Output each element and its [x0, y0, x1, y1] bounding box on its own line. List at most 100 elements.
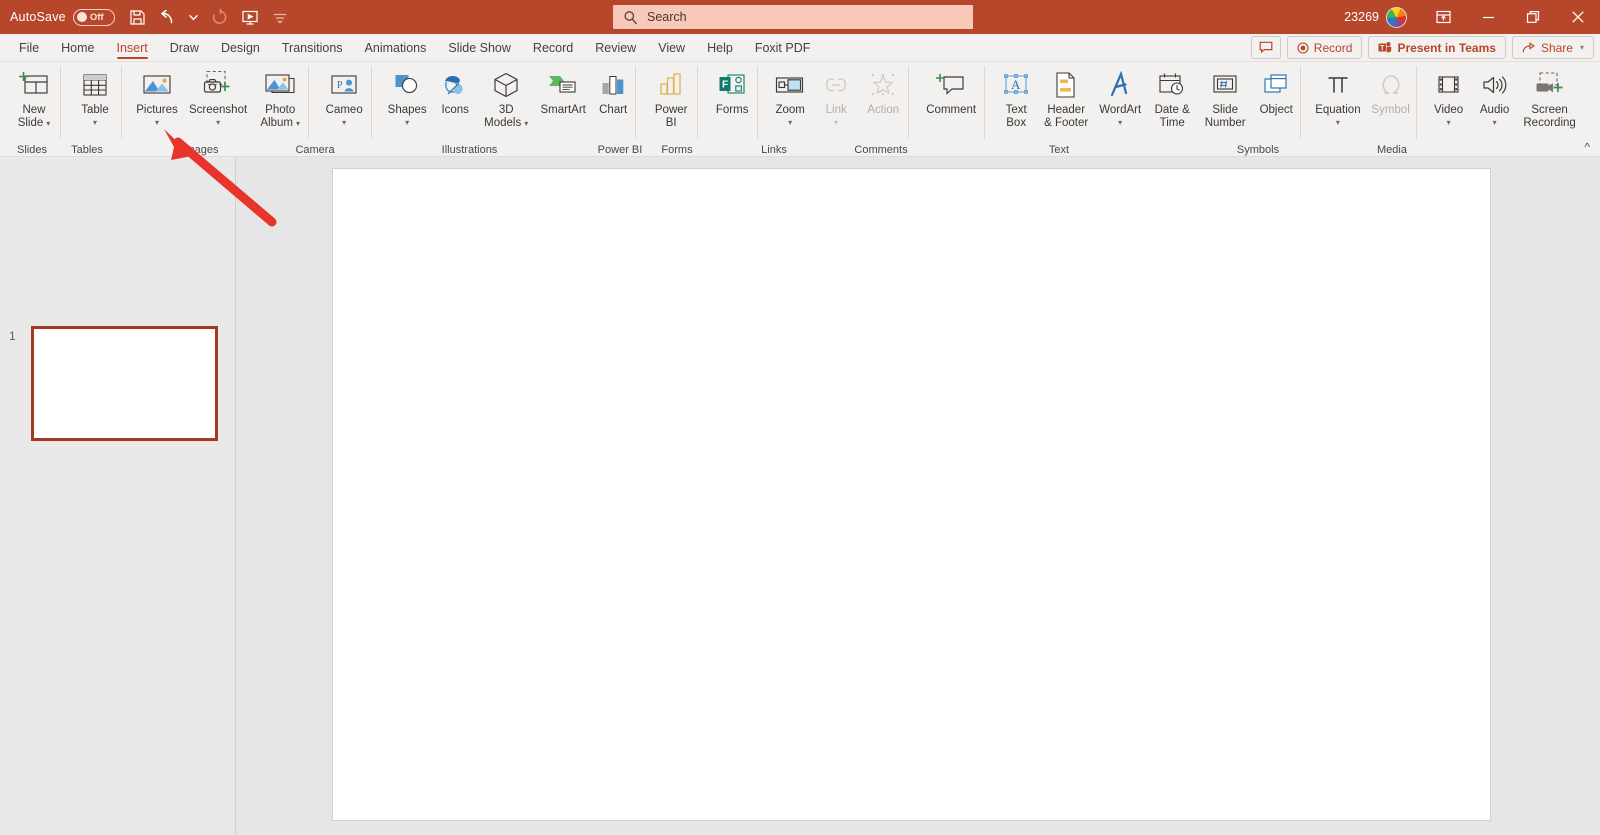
- autosave-state: Off: [90, 12, 104, 23]
- screen-recording-button[interactable]: Screen Recording: [1518, 65, 1582, 130]
- zoom-label: Zoom: [775, 104, 804, 117]
- autosave-knob: [77, 12, 87, 22]
- chevron-down-icon[interactable]: ▾: [1447, 118, 1451, 127]
- wordart-label: WordArt: [1099, 104, 1141, 117]
- forms-label: Forms: [716, 104, 749, 117]
- wordart-button[interactable]: WordArt ▾: [1094, 65, 1146, 127]
- undo-dropdown-chevron-icon[interactable]: [183, 2, 205, 32]
- photo-album-button[interactable]: Photo Album▾: [252, 65, 308, 130]
- avatar[interactable]: [1386, 7, 1407, 28]
- video-button[interactable]: Video ▾: [1426, 65, 1472, 127]
- collapse-ribbon-button[interactable]: ^: [1584, 140, 1590, 154]
- undo-button[interactable]: [153, 2, 183, 32]
- search-input[interactable]: Search: [613, 5, 973, 29]
- tab-review[interactable]: Review: [584, 34, 647, 61]
- tab-label: Foxit PDF: [755, 41, 811, 55]
- tab-foxit-pdf[interactable]: Foxit PDF: [744, 34, 822, 61]
- chevron-down-icon[interactable]: ▾: [405, 118, 409, 127]
- tab-label: File: [19, 41, 39, 55]
- redo-button[interactable]: [205, 2, 235, 32]
- symbol-label: Symbol: [1371, 104, 1409, 117]
- text-box-button[interactable]: A Text Box: [994, 65, 1038, 130]
- restore-button[interactable]: [1511, 0, 1555, 34]
- slide-thumbnail-1[interactable]: [31, 326, 218, 441]
- group-label-forms: Forms: [650, 144, 704, 156]
- ribbon-action-buttons: Record Present in Teams Share ▾: [1251, 36, 1594, 59]
- svg-text:A: A: [1011, 77, 1021, 92]
- zoom-button[interactable]: Zoom ▾: [766, 65, 814, 127]
- comments-button[interactable]: [1251, 36, 1281, 59]
- smartart-button[interactable]: SmartArt: [535, 65, 591, 117]
- tab-label: Design: [221, 41, 260, 55]
- tab-home[interactable]: Home: [50, 34, 105, 61]
- table-button[interactable]: Table ▾: [69, 65, 121, 127]
- close-button[interactable]: [1555, 0, 1600, 34]
- chevron-down-icon[interactable]: ▾: [1493, 118, 1497, 127]
- cameo-button[interactable]: P Cameo ▾: [317, 65, 371, 127]
- group-label-camera: Camera: [282, 144, 348, 156]
- autosave-switch[interactable]: Off: [73, 9, 115, 26]
- autosave-toggle[interactable]: AutoSave Off: [10, 9, 115, 26]
- chevron-down-icon[interactable]: ▾: [1118, 118, 1122, 127]
- 3d-models-button[interactable]: 3D Models▾: [477, 65, 535, 130]
- start-presentation-button[interactable]: [235, 2, 265, 32]
- equation-button[interactable]: Equation ▾: [1310, 65, 1365, 127]
- chart-button[interactable]: Chart: [591, 65, 635, 117]
- tab-record[interactable]: Record: [522, 34, 584, 61]
- ribbon-display-options-button[interactable]: [1421, 0, 1466, 34]
- chart-icon: [599, 68, 627, 102]
- share-button[interactable]: Share ▾: [1512, 36, 1594, 59]
- tab-view[interactable]: View: [647, 34, 696, 61]
- group-label-slides: Slides: [8, 144, 56, 156]
- pictures-button[interactable]: Pictures ▾: [130, 65, 184, 127]
- header-footer-icon: [1053, 68, 1079, 102]
- minimize-button[interactable]: [1466, 0, 1511, 34]
- screenshot-button[interactable]: Screenshot ▾: [184, 65, 252, 127]
- slide-canvas[interactable]: [333, 169, 1490, 820]
- chevron-down-icon[interactable]: ▾: [342, 118, 346, 127]
- record-button[interactable]: Record: [1287, 36, 1363, 59]
- customize-qat-button[interactable]: [265, 2, 295, 32]
- tab-slide-show[interactable]: Slide Show: [437, 34, 522, 61]
- power-bi-button[interactable]: Power BI: [645, 65, 697, 130]
- table-icon: [81, 68, 109, 102]
- object-button[interactable]: Object: [1252, 65, 1300, 117]
- save-button[interactable]: [123, 2, 153, 32]
- group-label-text: Text: [923, 144, 1195, 156]
- chevron-down-icon[interactable]: ▾: [216, 118, 220, 127]
- tab-transitions[interactable]: Transitions: [271, 34, 354, 61]
- audio-button[interactable]: Audio ▾: [1472, 65, 1518, 127]
- header-footer-label: Header & Footer: [1044, 104, 1088, 130]
- ribbon-group-labels: Slides Tables Images Camera Illustration…: [0, 140, 1600, 157]
- tab-help[interactable]: Help: [696, 34, 744, 61]
- record-button-label: Record: [1314, 41, 1353, 55]
- object-label: Object: [1260, 104, 1293, 117]
- shapes-button[interactable]: Shapes ▾: [381, 65, 433, 127]
- present-in-teams-button[interactable]: Present in Teams: [1368, 36, 1505, 59]
- slide-thumbnail-pane[interactable]: 1: [0, 157, 236, 835]
- equation-label: Equation: [1315, 104, 1360, 117]
- date-time-button[interactable]: Date & Time: [1146, 65, 1198, 130]
- forms-button[interactable]: F Forms: [707, 65, 757, 117]
- new-slide-button[interactable]: New Slide▾: [8, 65, 60, 130]
- pictures-icon: [141, 68, 173, 102]
- tab-animations[interactable]: Animations: [354, 34, 438, 61]
- cameo-icon: P: [329, 68, 359, 102]
- object-icon: [1262, 68, 1290, 102]
- slide-number-label: Slide Number: [1205, 104, 1246, 130]
- tab-file[interactable]: File: [8, 34, 50, 61]
- tab-draw[interactable]: Draw: [159, 34, 210, 61]
- slide-number-button[interactable]: Slide Number: [1198, 65, 1252, 130]
- screen-recording-label: Screen Recording: [1523, 104, 1575, 130]
- chevron-down-icon[interactable]: ▾: [1336, 118, 1340, 127]
- comment-button[interactable]: Comment: [918, 65, 984, 117]
- tab-insert[interactable]: Insert: [106, 34, 159, 61]
- audio-label: Audio: [1480, 104, 1509, 117]
- slide-editing-area[interactable]: [236, 157, 1600, 835]
- chevron-down-icon[interactable]: ▾: [155, 118, 159, 127]
- tab-design[interactable]: Design: [210, 34, 271, 61]
- chevron-down-icon[interactable]: ▾: [788, 118, 792, 127]
- teams-icon: [1378, 41, 1392, 54]
- header-footer-button[interactable]: Header & Footer: [1038, 65, 1094, 130]
- icons-button[interactable]: Icons: [433, 65, 477, 117]
